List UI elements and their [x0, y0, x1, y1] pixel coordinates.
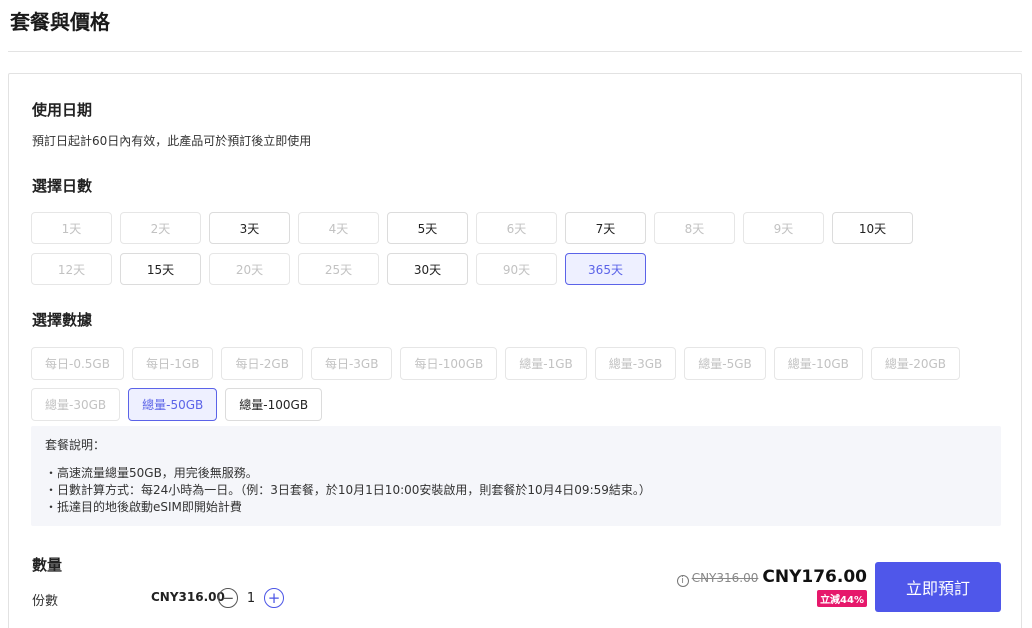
day-option[interactable]: 20天: [209, 253, 290, 285]
quantity-stepper: − 1 +: [218, 588, 284, 608]
day-option[interactable]: 15天: [120, 253, 201, 285]
price-line: i CNY316.00 CNY176.00: [676, 567, 867, 587]
day-option[interactable]: 10天: [832, 212, 913, 244]
original-price: CNY316.00: [691, 571, 759, 585]
data-option[interactable]: 總量-100GB: [225, 388, 323, 421]
package-card: 使用日期 預訂日起計60日內有效，此產品可於預訂後立即使用 選擇日數 1天 2天…: [8, 73, 1022, 628]
day-option[interactable]: 5天: [387, 212, 468, 244]
plan-description-box: 套餐說明： ・高速流量總量50GB，用完後無服務。 ・日數計算方式：每24小時為…: [31, 426, 1001, 526]
data-option[interactable]: 每日-2GB: [221, 347, 303, 380]
day-option[interactable]: 4天: [298, 212, 379, 244]
data-option[interactable]: 每日-0.5GB: [31, 347, 124, 380]
data-row-1: 每日-0.5GB 每日-1GB 每日-2GB 每日-3GB 每日-100GB 總…: [31, 347, 968, 380]
day-option[interactable]: 1天: [31, 212, 112, 244]
info-icon[interactable]: i: [676, 575, 689, 587]
select-data-title: 選擇數據: [32, 311, 93, 329]
day-option[interactable]: 7天: [565, 212, 646, 244]
days-row-1: 1天 2天 3天 4天 5天 6天 7天 8天 9天 10天: [31, 212, 921, 244]
data-option[interactable]: 每日-1GB: [131, 347, 214, 380]
data-option[interactable]: 總量-3GB: [594, 347, 677, 380]
data-option[interactable]: 總量-1GB: [505, 347, 587, 380]
quantity-label: 份數: [32, 594, 59, 609]
data-option[interactable]: 總量-5GB: [684, 347, 766, 380]
plan-description-line: ・高速流量總量50GB，用完後無服務。: [45, 466, 258, 480]
quantity-title: 數量: [32, 556, 63, 574]
data-option[interactable]: 總量-30GB: [31, 388, 121, 421]
day-option[interactable]: 9天: [743, 212, 824, 244]
minus-circle-icon[interactable]: −: [218, 588, 238, 608]
page-title: 套餐與價格: [10, 10, 110, 34]
book-now-button[interactable]: 立即預訂: [875, 562, 1001, 612]
day-option[interactable]: 8天: [654, 212, 735, 244]
quantity-value: 1: [246, 590, 256, 606]
day-option[interactable]: 30天: [387, 253, 468, 285]
usage-date-description: 預訂日起計60日內有效，此產品可於預訂後立即使用: [32, 134, 312, 148]
data-option[interactable]: 總量-50GB: [128, 388, 218, 421]
day-option[interactable]: 25天: [298, 253, 379, 285]
data-option[interactable]: 總量-10GB: [773, 347, 863, 380]
day-option[interactable]: 6天: [476, 212, 557, 244]
unit-price: CNY316.00: [151, 590, 225, 604]
data-row-2: 總量-30GB 總量-50GB 總量-100GB: [31, 388, 330, 421]
plan-description-line: ・抵達目的地後啟動eSIM即開始計費: [45, 500, 242, 514]
day-option[interactable]: 12天: [31, 253, 112, 285]
plan-description-line: ・日數計算方式：每24小時為一日。（例：3日套餐，於10月1日10:00安裝啟用…: [45, 483, 651, 497]
plan-description-title: 套餐說明：: [45, 438, 106, 452]
discount-badge: 立減44%: [817, 590, 867, 607]
select-days-title: 選擇日數: [32, 177, 93, 195]
usage-date-title: 使用日期: [32, 101, 93, 119]
day-option[interactable]: 2天: [120, 212, 201, 244]
current-price: CNY176.00: [762, 567, 867, 587]
title-divider: [8, 51, 1022, 52]
day-option[interactable]: 365天: [565, 253, 646, 285]
data-option[interactable]: 每日-100GB: [400, 347, 498, 380]
day-option[interactable]: 90天: [476, 253, 557, 285]
price-area: i CNY316.00 CNY176.00 立減44%: [676, 567, 867, 607]
data-option[interactable]: 每日-3GB: [310, 347, 393, 380]
day-option[interactable]: 3天: [209, 212, 290, 244]
days-row-2: 12天 15天 20天 25天 30天 90天 365天: [31, 253, 654, 285]
data-option[interactable]: 總量-20GB: [870, 347, 961, 380]
plus-circle-icon[interactable]: +: [264, 588, 284, 608]
